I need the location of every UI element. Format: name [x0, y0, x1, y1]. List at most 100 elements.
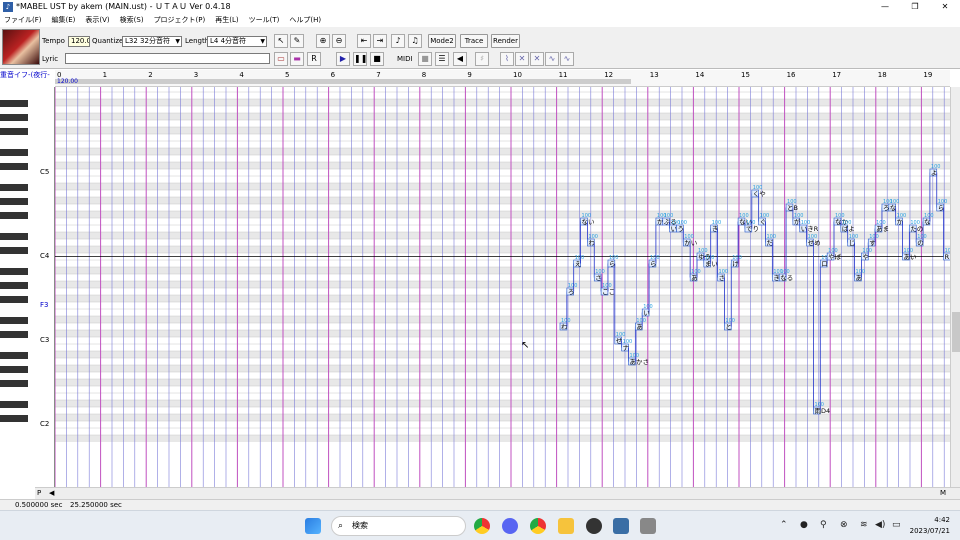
black-key[interactable] [0, 183, 28, 191]
vertical-scroll-thumb[interactable] [952, 312, 960, 352]
pitch-tool-icon-3[interactable]: ✕ [530, 52, 544, 66]
midi-stop-icon[interactable]: ■ [418, 52, 432, 66]
mode2-button[interactable]: Mode2 [428, 34, 456, 48]
title-bar: ♪ *MABEL UST by akem (MAIN.ust) - ＵＴＡＵ V… [0, 0, 960, 13]
zoom-in-icon[interactable]: ⊕ [316, 34, 330, 48]
menu-file[interactable]: ファイル(F) [4, 15, 42, 25]
black-key[interactable] [0, 232, 28, 240]
start-button-icon[interactable] [305, 518, 321, 534]
black-key[interactable] [0, 267, 28, 275]
render-button[interactable]: Render [491, 34, 520, 48]
pause-icon[interactable]: ❚❚ [353, 52, 367, 66]
pencil-tool-icon[interactable]: ✎ [290, 34, 304, 48]
horizontal-scrollbar[interactable]: P ◀ M [35, 487, 960, 499]
trace-button[interactable]: Trace [460, 34, 488, 48]
discord-icon[interactable] [502, 518, 518, 534]
wifi-icon[interactable]: ≋ [860, 520, 868, 530]
quantize-select[interactable]: L32 32分音符 ▼ [122, 36, 182, 47]
black-key[interactable] [0, 281, 28, 289]
menu-search[interactable]: 検索(S) [120, 15, 144, 25]
taskbar: ⌕ 検索 ⌃ ● ⚲ ⊗ ≋ ◀) ▭ 4:42 2023/07/21 [0, 510, 960, 540]
transpose-icon[interactable]: ♯ [475, 52, 489, 66]
quantize-label: Quantize [92, 37, 124, 45]
black-key[interactable] [0, 365, 28, 373]
split-note-icon[interactable]: ♪ [391, 34, 405, 48]
status-bar: 0.500000 sec 25.250000 sec [0, 499, 960, 510]
insert-note-icon[interactable]: ▭ [274, 52, 288, 66]
menu-play[interactable]: 再生(L) [215, 15, 238, 25]
chrome-profile-icon[interactable] [530, 518, 546, 534]
utau-taskbar-icon[interactable] [640, 518, 656, 534]
black-key[interactable] [0, 379, 28, 387]
maximize-button[interactable]: ❐ [900, 0, 930, 13]
volume-icon[interactable]: ◀) [875, 520, 885, 530]
black-key-row [55, 246, 950, 253]
note-lyric: ろ [883, 204, 890, 212]
black-key[interactable] [0, 400, 28, 408]
speaker-icon[interactable]: ◀ [453, 52, 467, 66]
rest-icon[interactable]: R [307, 52, 321, 66]
mixer-icon[interactable]: ☰ [435, 52, 449, 66]
black-key[interactable] [0, 414, 28, 422]
black-key[interactable] [0, 148, 28, 156]
black-key[interactable] [0, 197, 28, 205]
go-start-icon[interactable]: ⇤ [357, 34, 371, 48]
menu-tools[interactable]: ツール(T) [249, 15, 280, 25]
menu-help[interactable]: ヘルプ(H) [289, 15, 321, 25]
chrome-icon[interactable] [474, 518, 490, 534]
clock-time: 4:42 [934, 516, 950, 524]
pointer-tool-icon[interactable]: ↖ [274, 34, 288, 48]
tray-chevron-icon[interactable]: ⌃ [780, 520, 788, 530]
length-value: L4 4分音符 [210, 37, 247, 45]
play-icon[interactable]: ▶ [336, 52, 350, 66]
black-key[interactable] [0, 211, 28, 219]
menu-project[interactable]: プロジェクト(P) [154, 15, 206, 25]
taskbar-search[interactable]: ⌕ 検索 [331, 516, 466, 536]
close-button[interactable]: ✕ [930, 0, 960, 13]
system-clock[interactable]: 4:42 2023/07/21 [910, 515, 950, 537]
black-key-row [55, 365, 950, 372]
black-key[interactable] [0, 99, 28, 107]
note-lyric: ここ [602, 288, 615, 296]
measure-ruler[interactable]: 120.00 0 1 2 3 4 5 6 7 8 9 10 11 12 13 14 15 16 17 18 19 [55, 70, 950, 87]
tempo-input[interactable]: 120.0 [68, 36, 90, 47]
vocal-app-icon[interactable] [613, 518, 629, 534]
black-key[interactable] [0, 246, 28, 254]
pitch-tool-icon-5[interactable]: ∿ [560, 52, 574, 66]
black-key[interactable] [0, 162, 28, 170]
pitch-tool-icon-1[interactable]: ⌇ [500, 52, 514, 66]
vertical-scrollbar[interactable] [950, 87, 960, 487]
stop-icon[interactable]: ■ [370, 52, 384, 66]
tray-app-icon[interactable]: ● [800, 520, 808, 530]
tray-close-icon[interactable]: ⊗ [840, 520, 848, 530]
minimize-button[interactable]: — [870, 0, 900, 13]
black-key[interactable] [0, 295, 28, 303]
delete-note-icon[interactable]: ▬ [290, 52, 304, 66]
zoom-out-icon[interactable]: ⊖ [332, 34, 346, 48]
scroll-left-icon[interactable]: ◀ [49, 489, 54, 497]
piano-keyboard[interactable]: C5 C4 F3 C3 C2 [0, 87, 55, 487]
note-lyric: たの [910, 225, 923, 233]
battery-icon[interactable]: ▭ [892, 520, 901, 530]
pitch-tool-icon-2[interactable]: ✕ [515, 52, 529, 66]
utau-app-icon: ♪ [3, 1, 13, 12]
note-lyric: あかさ [630, 358, 650, 366]
microphone-icon[interactable]: ⚲ [820, 520, 827, 530]
black-key[interactable] [0, 330, 28, 338]
lyric-input[interactable] [65, 53, 270, 64]
black-key[interactable] [0, 127, 28, 135]
piano-roll[interactable]: 100 わ 100 ろ 100 え 100 ない 100 わ 100 さ 100 ここ 100 ら 100 せ 10… [55, 87, 950, 487]
length-select[interactable]: L4 4分音符 ▼ [207, 36, 267, 47]
file-explorer-icon[interactable] [558, 518, 574, 534]
pitch-tool-icon-4[interactable]: ∿ [545, 52, 559, 66]
obs-icon[interactable] [586, 518, 602, 534]
go-end-icon[interactable]: ⇥ [373, 34, 387, 48]
singer-avatar[interactable] [2, 29, 40, 65]
menu-edit[interactable]: 編集(E) [52, 15, 76, 25]
menu-view[interactable]: 表示(V) [85, 15, 109, 25]
join-note-icon[interactable]: ♫ [408, 34, 422, 48]
black-key[interactable] [0, 113, 28, 121]
black-key[interactable] [0, 316, 28, 324]
black-key[interactable] [0, 351, 28, 359]
search-icon: ⌕ [338, 521, 344, 531]
